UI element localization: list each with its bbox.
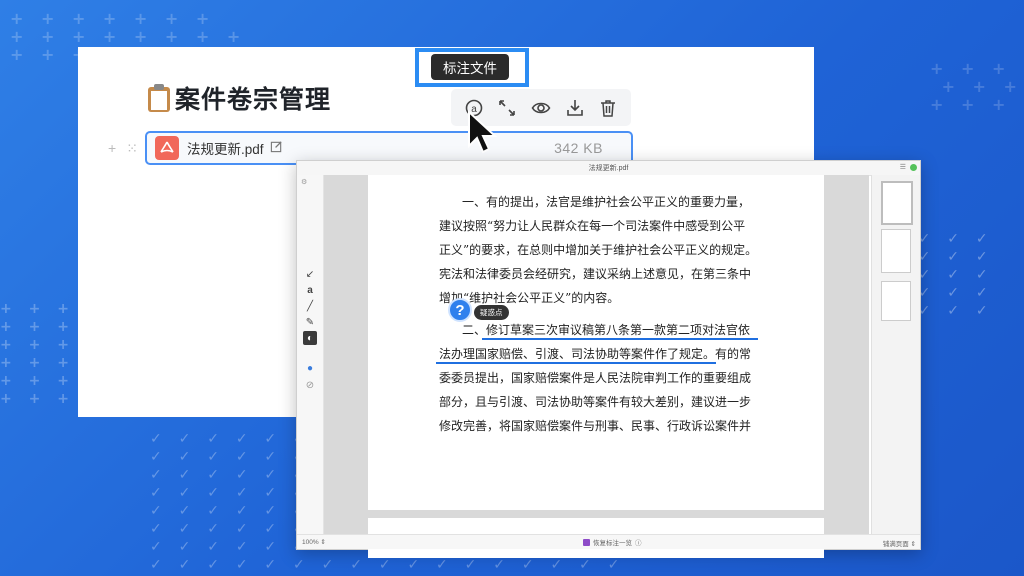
doc-line-highlighted[interactable]: 法办理国家赔偿、引渡、司法协助等案件作了规定。有的常	[439, 345, 751, 362]
annotation-underline	[482, 338, 758, 340]
color-picker-icon[interactable]: ●	[303, 361, 317, 375]
viewer-titlebar: 法规更新.pdf ☰	[297, 161, 920, 176]
page-title: 案件卷宗管理	[147, 80, 331, 116]
doc-line-highlighted[interactable]: 二、修订草案三次审议稿第八条第一款第二项对法官依	[462, 321, 750, 338]
doc-line: 部分，且与引渡、司法协助等案件有较大差别，建议进一步	[439, 395, 752, 409]
doc-line: 建议按照“努力让人民群众在每一个司法案件中感受到公平	[439, 219, 746, 233]
annotation-underline	[436, 362, 716, 364]
mouse-cursor-icon	[468, 110, 498, 154]
pdf-file-icon	[155, 136, 179, 160]
viewer-statusbar: 100% ⇕ 恢复标注一览 ⓘ 铺满页面 ⇕	[297, 534, 920, 549]
checkbox-checked-icon[interactable]	[583, 538, 590, 546]
page-thumbnail[interactable]	[881, 281, 911, 321]
viewer-document-area[interactable]: 一、有的提出，法官是维护社会公平正义的重要力量， 建议按照“努力让人民群众在每一…	[324, 175, 869, 558]
doc-line: 一、有的提出，法官是维护社会公平正义的重要力量，	[462, 195, 751, 209]
doc-line: 正义”的要求，在总则中增加关于维护社会公平正义的规定。	[439, 243, 758, 257]
eye-icon	[531, 102, 551, 113]
show-annotations-label: 恢复标注一览	[593, 540, 632, 547]
help-icon[interactable]: ⓘ	[635, 537, 642, 547]
file-name: 法规更新.pdf	[187, 142, 264, 157]
file-size: 342 KB	[554, 140, 603, 156]
doc-line: 宪法和法律委员会经研究，建议采纳上述意见，在第三条中	[439, 267, 752, 281]
block-handles: + ⁙	[108, 140, 138, 157]
page-thumbnail[interactable]	[881, 229, 911, 273]
eraser-tool-icon[interactable]: ⊘	[303, 378, 317, 392]
doc-line: 修改完善，将国家赔偿案件与刑事、民事、行政诉讼案件并	[439, 419, 752, 433]
viewer-menu-icon[interactable]: ☰	[900, 163, 906, 171]
line-tool-icon[interactable]: ╱	[303, 299, 317, 313]
viewer-status-dot[interactable]	[910, 164, 917, 171]
viewer-thumbnail-panel	[871, 175, 920, 535]
background-plus-pattern-right: + + + + + + + + + + +	[930, 59, 1024, 114]
page-thumbnail[interactable]	[881, 181, 913, 225]
viewer-annotation-tools: ⚙ ↙ a ╱ ✎ ◐ ● ⊘	[297, 175, 324, 535]
page-title-text: 案件卷宗管理	[175, 86, 332, 114]
trash-icon	[601, 99, 616, 117]
annotation-tag: 疑惑点	[474, 305, 509, 320]
settings-icon[interactable]: ⚙	[301, 178, 307, 186]
clipboard-icon	[147, 84, 171, 112]
add-block-icon[interactable]: +	[108, 140, 116, 157]
doc-line: 委委员提出，国家赔偿案件是人民法院审判工作的重要组成	[439, 371, 752, 385]
preview-button[interactable]	[530, 97, 552, 119]
show-annotations-toggle[interactable]: 恢复标注一览 ⓘ	[583, 537, 642, 547]
download-icon	[566, 99, 583, 116]
drag-handle-icon[interactable]: ⁙	[126, 140, 138, 157]
fit-mode-select[interactable]: 铺满页面 ⇕	[883, 538, 916, 548]
question-annotation-icon[interactable]: ?	[448, 298, 472, 322]
rename-icon[interactable]	[270, 140, 283, 156]
annotate-tooltip: 标注文件	[431, 54, 509, 80]
text-tool-icon[interactable]: a	[303, 283, 317, 297]
pdf-viewer-window: 法规更新.pdf ☰ ⚙ ↙ a ╱ ✎ ◐ ● ⊘ 一、有的提出，法官是维护社…	[296, 160, 921, 558]
download-button[interactable]	[564, 97, 586, 119]
delete-button[interactable]	[597, 97, 619, 119]
comment-tool-icon[interactable]: ◐	[303, 331, 317, 345]
viewer-window-title: 法规更新.pdf	[588, 165, 629, 172]
pdf-page: 一、有的提出，法官是维护社会公平正义的重要力量， 建议按照“努力让人民群众在每一…	[368, 175, 824, 510]
pen-tool-icon[interactable]: ✎	[303, 315, 317, 329]
arrow-tool-icon[interactable]: ↙	[303, 267, 317, 281]
zoom-level[interactable]: 100% ⇕	[302, 538, 326, 546]
